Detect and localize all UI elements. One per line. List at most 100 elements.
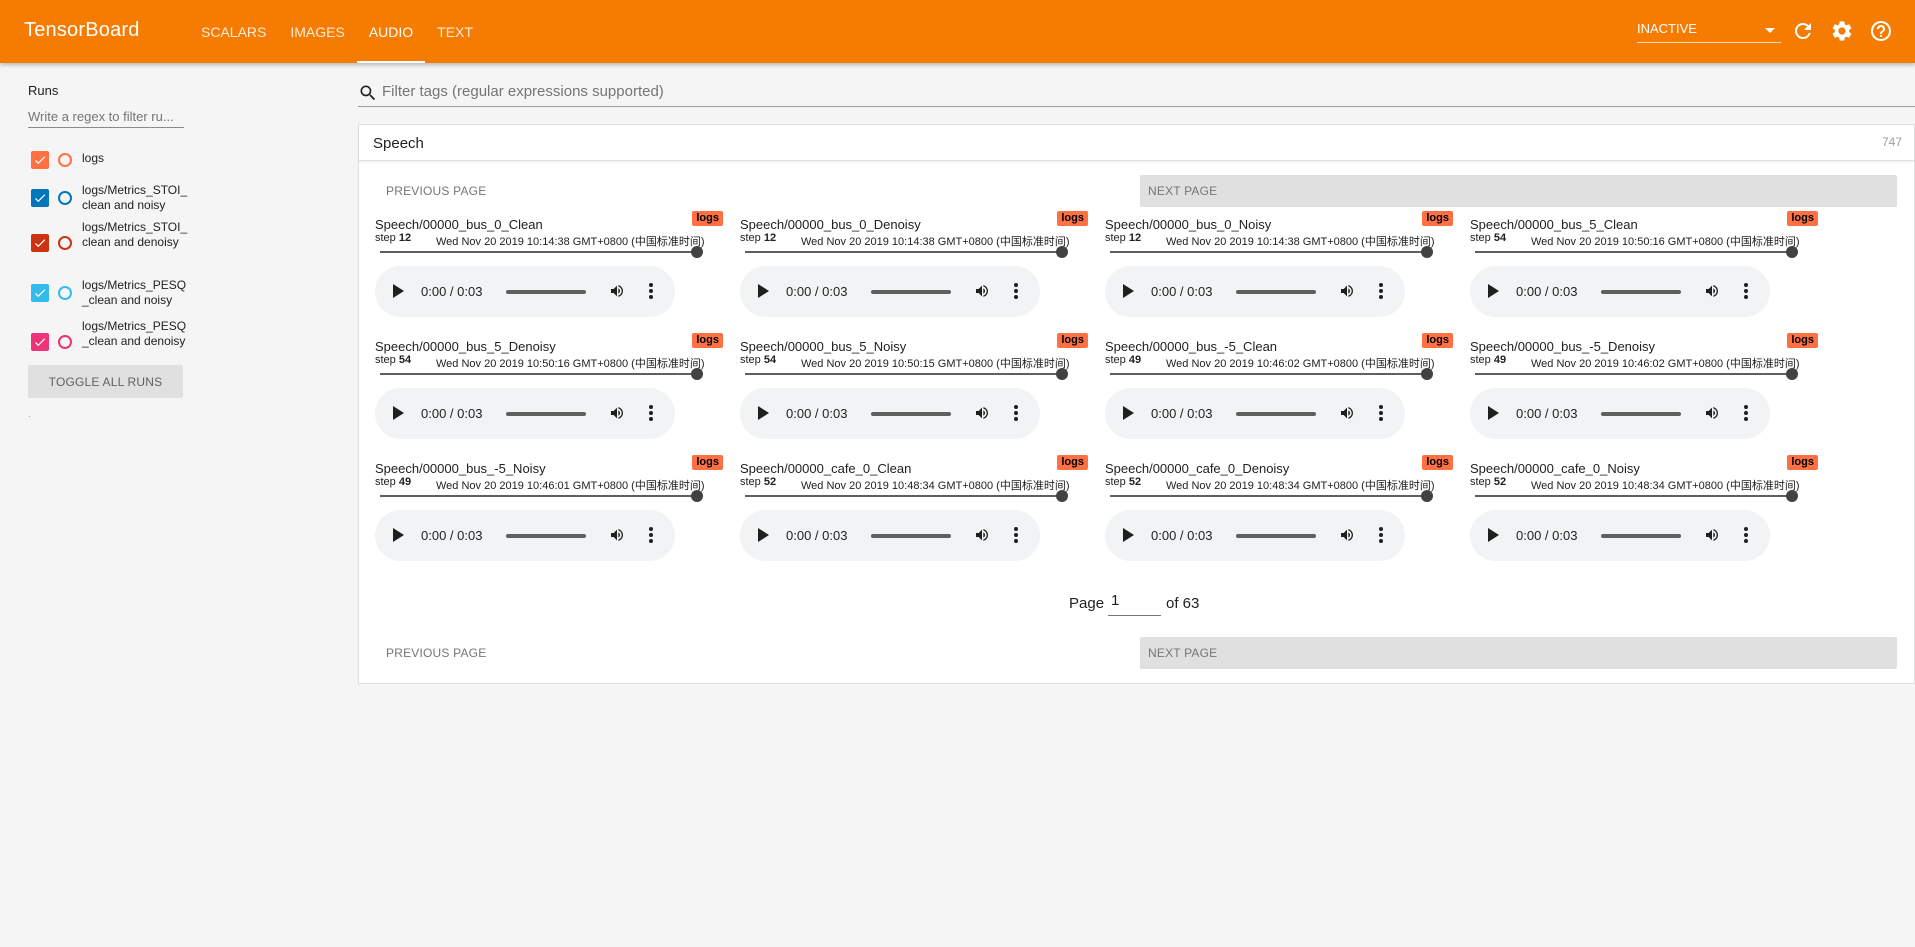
run-checkbox[interactable]: [31, 234, 49, 252]
previous-page-button[interactable]: PREVIOUS PAGE: [359, 175, 659, 207]
step-slider-track[interactable]: [1110, 495, 1426, 497]
play-icon[interactable]: [393, 284, 404, 298]
audio-progress-bar[interactable]: [871, 534, 951, 538]
volume-icon[interactable]: [1704, 283, 1720, 299]
volume-icon[interactable]: [974, 405, 990, 421]
audio-progress-bar[interactable]: [506, 290, 586, 294]
previous-page-button-bottom[interactable]: PREVIOUS PAGE: [359, 637, 659, 669]
run-radio[interactable]: [58, 236, 72, 250]
run-radio[interactable]: [58, 286, 72, 300]
step-slider-knob[interactable]: [1056, 368, 1068, 380]
toggle-all-runs-button[interactable]: TOGGLE ALL RUNS: [28, 365, 183, 398]
run-radio[interactable]: [58, 153, 72, 167]
more-options-icon[interactable]: [1379, 405, 1383, 421]
audio-progress-bar[interactable]: [1601, 412, 1681, 416]
step-slider-track[interactable]: [745, 251, 1061, 253]
play-icon[interactable]: [1488, 528, 1499, 542]
play-icon[interactable]: [758, 284, 769, 298]
step-slider-track[interactable]: [1475, 251, 1791, 253]
audio-progress-bar[interactable]: [1236, 534, 1316, 538]
page-number-input[interactable]: 1: [1108, 592, 1161, 616]
runs-regex-filter-input[interactable]: Write a regex to filter ru...: [28, 106, 184, 128]
more-options-icon[interactable]: [1379, 527, 1383, 543]
more-options-icon[interactable]: [1014, 405, 1018, 421]
tab-scalars[interactable]: SCALARS: [189, 0, 278, 63]
play-icon[interactable]: [1488, 406, 1499, 420]
volume-icon[interactable]: [1339, 405, 1355, 421]
step-slider-track[interactable]: [1110, 373, 1426, 375]
step-slider-track[interactable]: [380, 251, 696, 253]
help-icon[interactable]: [1869, 19, 1893, 43]
more-options-icon[interactable]: [649, 527, 653, 543]
step-slider-track[interactable]: [745, 373, 1061, 375]
more-options-icon[interactable]: [1014, 527, 1018, 543]
play-icon[interactable]: [758, 528, 769, 542]
volume-icon[interactable]: [609, 527, 625, 543]
play-icon[interactable]: [393, 528, 404, 542]
play-icon[interactable]: [1123, 284, 1134, 298]
step-slider-track[interactable]: [380, 373, 696, 375]
step-slider-knob[interactable]: [1056, 246, 1068, 258]
tag-filter-field[interactable]: Filter tags (regular expressions support…: [358, 80, 1915, 107]
step-slider-knob[interactable]: [1786, 246, 1798, 258]
run-checkbox[interactable]: [31, 333, 49, 351]
more-options-icon[interactable]: [649, 405, 653, 421]
play-icon[interactable]: [758, 406, 769, 420]
tab-images[interactable]: IMAGES: [278, 0, 356, 63]
step-slider-knob[interactable]: [1421, 246, 1433, 258]
step-slider-knob[interactable]: [1421, 490, 1433, 502]
play-icon[interactable]: [1488, 284, 1499, 298]
audio-progress-bar[interactable]: [506, 412, 586, 416]
more-options-icon[interactable]: [1014, 283, 1018, 299]
volume-icon[interactable]: [974, 527, 990, 543]
audio-progress-bar[interactable]: [871, 412, 951, 416]
step-slider-track[interactable]: [745, 495, 1061, 497]
step-slider-knob[interactable]: [1786, 368, 1798, 380]
step-slider-knob[interactable]: [1786, 490, 1798, 502]
step-slider-track[interactable]: [1475, 495, 1791, 497]
run-radio[interactable]: [58, 335, 72, 349]
step-slider-knob[interactable]: [1056, 490, 1068, 502]
more-options-icon[interactable]: [1744, 405, 1748, 421]
run-checkbox[interactable]: [31, 151, 49, 169]
more-options-icon[interactable]: [1744, 283, 1748, 299]
volume-icon[interactable]: [1704, 405, 1720, 421]
settings-icon[interactable]: [1830, 19, 1854, 43]
run-badge: logs: [692, 333, 723, 348]
next-page-button-bottom[interactable]: NEXT PAGE: [1140, 637, 1897, 669]
step-slider-track[interactable]: [380, 495, 696, 497]
run-radio[interactable]: [58, 191, 72, 205]
more-options-icon[interactable]: [1744, 527, 1748, 543]
more-options-icon[interactable]: [1379, 283, 1383, 299]
volume-icon[interactable]: [609, 405, 625, 421]
step-slider-knob[interactable]: [691, 490, 703, 502]
play-icon[interactable]: [1123, 406, 1134, 420]
step-slider-track[interactable]: [1110, 251, 1426, 253]
audio-progress-bar[interactable]: [1601, 290, 1681, 294]
volume-icon[interactable]: [609, 283, 625, 299]
step-slider-track[interactable]: [1475, 373, 1791, 375]
volume-icon[interactable]: [974, 283, 990, 299]
play-icon[interactable]: [1123, 528, 1134, 542]
inactive-dashboards-select[interactable]: INACTIVE: [1637, 17, 1781, 43]
tab-text[interactable]: TEXT: [425, 0, 485, 63]
run-checkbox[interactable]: [31, 284, 49, 302]
run-checkbox[interactable]: [31, 189, 49, 207]
play-icon[interactable]: [393, 406, 404, 420]
volume-icon[interactable]: [1704, 527, 1720, 543]
audio-progress-bar[interactable]: [1236, 290, 1316, 294]
more-options-icon[interactable]: [649, 283, 653, 299]
step-slider-knob[interactable]: [691, 246, 703, 258]
audio-progress-bar[interactable]: [506, 534, 586, 538]
audio-progress-bar[interactable]: [871, 290, 951, 294]
audio-progress-bar[interactable]: [1236, 412, 1316, 416]
pane-header[interactable]: Speech 747: [359, 125, 1914, 161]
audio-progress-bar[interactable]: [1601, 534, 1681, 538]
step-slider-knob[interactable]: [691, 368, 703, 380]
next-page-button[interactable]: NEXT PAGE: [1140, 175, 1897, 207]
tab-audio[interactable]: AUDIO: [356, 0, 426, 63]
refresh-icon[interactable]: [1791, 19, 1815, 43]
volume-icon[interactable]: [1339, 527, 1355, 543]
step-slider-knob[interactable]: [1421, 368, 1433, 380]
volume-icon[interactable]: [1339, 283, 1355, 299]
